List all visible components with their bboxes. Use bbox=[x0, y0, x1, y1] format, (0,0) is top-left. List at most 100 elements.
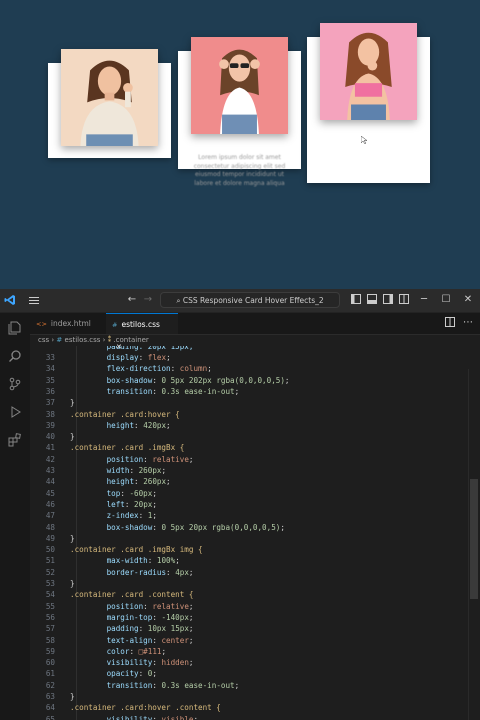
more-actions-icon[interactable]: ⋯ bbox=[462, 317, 474, 329]
menu-hamburger-icon[interactable] bbox=[28, 294, 40, 306]
breadcrumb-symbol[interactable]: .container bbox=[113, 336, 148, 344]
line-number: 57 bbox=[45, 624, 55, 634]
code-text: display: flex; bbox=[106, 353, 171, 362]
code-text: transition: 0.3s ease-in-out; bbox=[106, 680, 240, 690]
line-number: 49 bbox=[45, 533, 55, 543]
css-value: -140px bbox=[161, 612, 189, 622]
css-property: opacity bbox=[106, 669, 139, 679]
vscode-window: ← → ⌕ CSS Responsive Card Hover Effects_… bbox=[0, 289, 480, 720]
code-line: 63} bbox=[30, 691, 468, 702]
code-line: 35 box-shadow: 0 5px 202px rgba(0,0,0,0,… bbox=[30, 375, 468, 386]
tab-label: index.html bbox=[50, 319, 91, 328]
search-icon: ⌕ bbox=[176, 296, 183, 305]
card-1[interactable] bbox=[48, 49, 171, 158]
code-line: 50 .container .card .imgBx img { bbox=[30, 544, 468, 555]
css-value: 260px bbox=[138, 466, 162, 475]
toggle-panel-icon[interactable] bbox=[366, 294, 378, 306]
line-number: 65 bbox=[45, 714, 55, 720]
line-number: 53 bbox=[45, 579, 55, 588]
tab-estilos-css[interactable]: # estilos.css ✕ bbox=[106, 313, 178, 351]
css-value: 260px bbox=[143, 477, 167, 487]
split-editor-icon[interactable] bbox=[444, 317, 456, 329]
css-property: width bbox=[106, 466, 130, 475]
code-text: .container .card:hover { bbox=[70, 409, 180, 420]
css-property: visibility bbox=[106, 658, 153, 668]
css-value: 4px bbox=[175, 567, 189, 577]
code-line: 47 z-index: 1; bbox=[30, 510, 468, 521]
css-property: z-index bbox=[106, 511, 139, 521]
code-line: 60 visibility: hidden; bbox=[30, 657, 468, 668]
code-editor[interactable]: padding: 20px 15px; 33 display: flex; 34 f… bbox=[30, 346, 468, 720]
code-text: text-align: center; bbox=[106, 635, 194, 645]
line-number: 47 bbox=[45, 511, 55, 521]
line-number: 48 bbox=[45, 522, 55, 532]
css-property: position bbox=[106, 454, 144, 464]
line-number: 38 bbox=[45, 409, 55, 419]
css-value: 1 bbox=[147, 511, 153, 521]
css-property: display bbox=[106, 353, 139, 362]
toggle-secondary-sidebar-icon[interactable] bbox=[382, 294, 394, 306]
scrollbar-thumb[interactable] bbox=[470, 479, 478, 599]
code-line: 53} bbox=[30, 578, 468, 589]
line-number: 54 bbox=[45, 590, 55, 600]
css-property: height bbox=[106, 420, 135, 430]
run-debug-icon[interactable] bbox=[8, 405, 22, 419]
maximize-icon[interactable]: ☐ bbox=[440, 294, 452, 306]
selector-icon: ⁑ bbox=[107, 336, 112, 344]
customize-layout-icon[interactable] bbox=[398, 294, 410, 306]
code-text: .container .card:hover .content { bbox=[70, 702, 221, 713]
css-property: flex-direction bbox=[106, 364, 171, 374]
code-line: 45 top: -60px; bbox=[30, 488, 468, 499]
breadcrumb-file[interactable]: estilos.css bbox=[65, 336, 101, 344]
toggle-primary-sidebar-icon[interactable] bbox=[350, 294, 362, 306]
brace: } bbox=[70, 579, 75, 588]
breadcrumb-folder[interactable]: css bbox=[38, 336, 49, 344]
css-value: □#111 bbox=[138, 646, 162, 656]
preview-pane: Lorem ipsum dolor sit amet consectetur a… bbox=[0, 0, 480, 289]
code-line: 57 padding: 10px 15px; bbox=[30, 623, 468, 634]
card-2-content: Lorem ipsum dolor sit amet consectetur a… bbox=[184, 154, 295, 188]
minimize-icon[interactable]: ─ bbox=[418, 294, 430, 306]
line-number: 55 bbox=[45, 601, 55, 611]
code-text: .container .card .imgBx img { bbox=[70, 544, 203, 555]
code-line: 64 .container .card:hover .content { bbox=[30, 702, 468, 713]
code-text: visibility: hidden; bbox=[106, 658, 194, 668]
line-number: 58 bbox=[45, 635, 55, 645]
line-number: 40 bbox=[45, 432, 55, 442]
css-property: height bbox=[106, 477, 135, 487]
line-number: 60 bbox=[45, 658, 55, 668]
command-center-search[interactable]: ⌕ CSS Responsive Card Hover Effects_2 bbox=[160, 292, 340, 308]
card-3[interactable] bbox=[307, 23, 430, 183]
extensions-icon[interactable] bbox=[8, 433, 22, 447]
css-file-icon: # bbox=[56, 336, 63, 344]
code-line: 65 visibility: visible; bbox=[30, 714, 468, 720]
brace: } bbox=[70, 533, 75, 543]
code-line: 37} bbox=[30, 397, 468, 408]
nav-back-icon[interactable]: ← bbox=[126, 294, 138, 306]
css-property: box-shadow bbox=[106, 522, 153, 532]
css-property: top bbox=[106, 488, 121, 498]
css-value: relative bbox=[152, 601, 189, 611]
css-value: 420px bbox=[143, 420, 167, 430]
css-property: transition bbox=[106, 680, 153, 690]
card-text-line: Lorem ipsum dolor sit amet bbox=[198, 154, 281, 161]
line-number: 64 bbox=[45, 703, 55, 713]
card-2[interactable]: Lorem ipsum dolor sit amet consectetur a… bbox=[178, 37, 301, 187]
source-control-icon[interactable] bbox=[8, 377, 22, 391]
code-line: 41 .container .card .imgBx { bbox=[30, 442, 468, 453]
code-line: 54 .container .card .content { bbox=[30, 589, 468, 600]
code-line: 56 margin-top: -140px; bbox=[30, 612, 468, 623]
explorer-icon[interactable] bbox=[8, 321, 22, 335]
tab-index-html[interactable]: <> index.html bbox=[30, 313, 106, 334]
code-text: box-shadow: 0 5px 202px rgba(0,0,0,0,5); bbox=[106, 375, 290, 385]
line-number: 45 bbox=[45, 488, 55, 498]
css-property: transition bbox=[106, 386, 153, 396]
woman-ok-gesture-photo bbox=[61, 49, 158, 146]
code-text: } bbox=[70, 397, 75, 408]
search-icon[interactable] bbox=[8, 349, 22, 363]
close-window-icon[interactable]: ✕ bbox=[462, 294, 474, 306]
line-number: 37 bbox=[45, 398, 55, 408]
tab-label: estilos.css bbox=[121, 320, 160, 329]
nav-forward-icon[interactable]: → bbox=[142, 294, 154, 306]
code-line: 34 flex-direction: column; bbox=[30, 363, 468, 374]
